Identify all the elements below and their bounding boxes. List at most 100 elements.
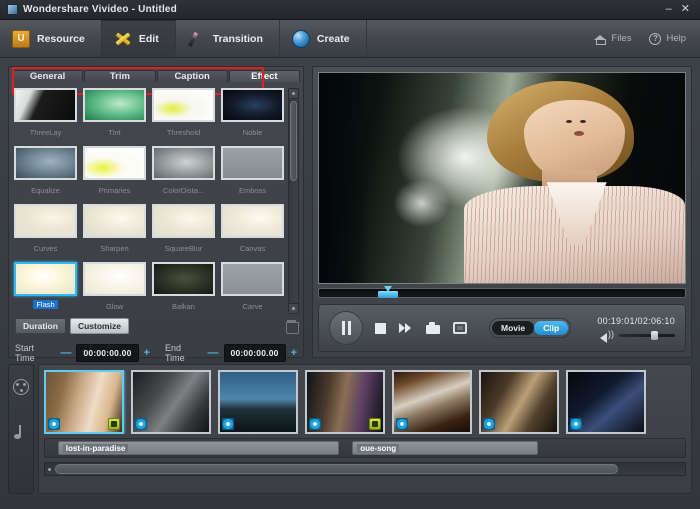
effect-item[interactable]: Equalize <box>14 146 77 198</box>
effects-scrollbar[interactable] <box>288 88 299 314</box>
snapshot-button[interactable] <box>426 322 440 334</box>
effect-badge[interactable] <box>48 418 60 430</box>
effect-item[interactable]: Curves <box>14 204 77 256</box>
effect-item[interactable]: Balkan <box>152 262 215 314</box>
effect-badge[interactable] <box>570 418 582 430</box>
start-time-increment[interactable]: + <box>144 347 150 359</box>
timeline-clip[interactable] <box>392 370 472 434</box>
timeline-clip[interactable] <box>566 370 646 434</box>
stop-button[interactable] <box>375 322 386 334</box>
timeline-horizontal-scrollbar[interactable] <box>44 462 686 476</box>
video-preview[interactable] <box>318 72 686 284</box>
timeline-clip[interactable] <box>305 370 385 434</box>
effect-label: Curves <box>33 244 58 253</box>
effect-label: Balkan <box>172 302 195 311</box>
effect-item[interactable]: Canvas <box>221 204 284 256</box>
audio-clip[interactable]: oue-song <box>352 441 538 455</box>
seek-bar[interactable] <box>318 286 686 300</box>
next-frame-button[interactable] <box>399 322 413 334</box>
minimize-button[interactable]: – <box>666 4 672 15</box>
playhead-marker[interactable] <box>377 286 398 300</box>
effect-item[interactable]: Sharpen <box>83 204 146 256</box>
movie-mode-button[interactable]: Movie <box>492 321 535 335</box>
scroll-down-button[interactable] <box>289 303 298 313</box>
effect-item[interactable]: Threshold <box>152 88 215 140</box>
volume-control[interactable] <box>600 329 675 343</box>
tab-transition[interactable]: Transition <box>176 20 280 57</box>
timeline-clip[interactable] <box>479 370 559 434</box>
subtab-effect[interactable]: Effect <box>228 70 300 82</box>
end-time-field[interactable]: 00:00:00.00 <box>223 344 286 362</box>
speaker-icon[interactable] <box>600 329 614 343</box>
help-button[interactable]: ? Help <box>649 32 686 45</box>
effect-item[interactable]: Tint <box>83 88 146 140</box>
timeline-clip[interactable] <box>44 370 124 434</box>
audio-clip[interactable]: lost-in-paradise <box>57 441 340 455</box>
audio-track[interactable]: lost-in-paradise oue-song <box>44 438 686 458</box>
volume-fill <box>619 333 654 337</box>
start-time-decrement[interactable]: — <box>60 347 71 359</box>
start-time-field[interactable]: 00:00:00.00 <box>76 344 139 362</box>
toolbar-right-group: Files ? Help <box>594 20 700 57</box>
subtab-general[interactable]: General <box>12 70 84 82</box>
effect-label: Equalize <box>31 186 60 195</box>
hscrollbar-thumb[interactable] <box>55 464 619 474</box>
effect-item[interactable]: Emboss <box>221 146 284 198</box>
video-track[interactable] <box>44 370 686 434</box>
transport-button-group <box>375 322 467 334</box>
caption-badge[interactable] <box>369 418 381 430</box>
stop-icon <box>375 322 386 334</box>
tab-edit-label: Edit <box>138 32 159 45</box>
effect-thumbnail <box>14 204 77 238</box>
tab-edit[interactable]: Edit <box>101 20 176 57</box>
effect-badge[interactable] <box>396 418 408 430</box>
effect-badge[interactable] <box>135 418 147 430</box>
effect-badge[interactable] <box>222 418 234 430</box>
effect-item-flash[interactable]: Flash <box>14 262 77 314</box>
tab-resource[interactable]: U Resource <box>0 20 102 57</box>
effect-item[interactable]: Carve <box>221 262 284 314</box>
effect-item[interactable]: Glow <box>83 262 146 314</box>
resource-icon: U <box>12 29 30 48</box>
subject-mouth <box>574 130 585 136</box>
pause-button[interactable] <box>329 311 363 345</box>
fullscreen-button[interactable] <box>453 322 467 334</box>
effect-item[interactable]: ThreeLay <box>14 88 77 140</box>
effect-badge[interactable] <box>483 418 495 430</box>
trash-icon[interactable] <box>286 320 299 334</box>
caption-badge[interactable] <box>108 418 120 430</box>
video-track-icon[interactable] <box>13 379 29 395</box>
effect-thumbnail <box>221 204 284 238</box>
volume-slider[interactable] <box>619 330 675 340</box>
effect-item[interactable]: ColorDista... <box>152 146 215 198</box>
clip-mode-button[interactable]: Clip <box>534 321 569 335</box>
close-button[interactable]: ✕ <box>681 4 690 15</box>
files-button[interactable]: Files <box>594 33 631 45</box>
duration-button[interactable]: Duration <box>15 318 66 334</box>
timeline-clip[interactable] <box>131 370 211 434</box>
transition-icon <box>188 30 206 48</box>
effect-label: Emboss <box>238 186 267 195</box>
scroll-left-button[interactable] <box>45 463 54 475</box>
pause-icon <box>341 321 351 335</box>
subtab-caption[interactable]: Caption <box>156 70 228 82</box>
effect-item[interactable]: Noble <box>221 88 284 140</box>
timeline-clip[interactable] <box>218 370 298 434</box>
transport-controls: Movie Clip 00:19:01/02:06:10 <box>318 304 686 352</box>
scrollbar-thumb[interactable] <box>290 101 297 181</box>
application-window: Wondershare Vivideo - Untitled – ✕ U Res… <box>0 0 700 509</box>
effect-thumbnail <box>83 204 146 238</box>
effect-thumbnail <box>14 262 77 296</box>
audio-track-icon[interactable] <box>13 425 29 441</box>
effect-item[interactable]: SquareBlur <box>152 204 215 256</box>
volume-knob[interactable] <box>651 330 659 340</box>
tab-create[interactable]: Create <box>280 20 367 57</box>
subtab-trim[interactable]: Trim <box>84 70 156 82</box>
effect-thumbnail <box>152 88 215 122</box>
effect-item[interactable]: Primaries <box>83 146 146 198</box>
end-time-decrement[interactable]: — <box>208 347 219 359</box>
scroll-up-button[interactable] <box>289 89 298 99</box>
effect-badge[interactable] <box>309 418 321 430</box>
end-time-increment[interactable]: + <box>291 347 297 359</box>
customize-button[interactable]: Customize <box>69 318 129 334</box>
